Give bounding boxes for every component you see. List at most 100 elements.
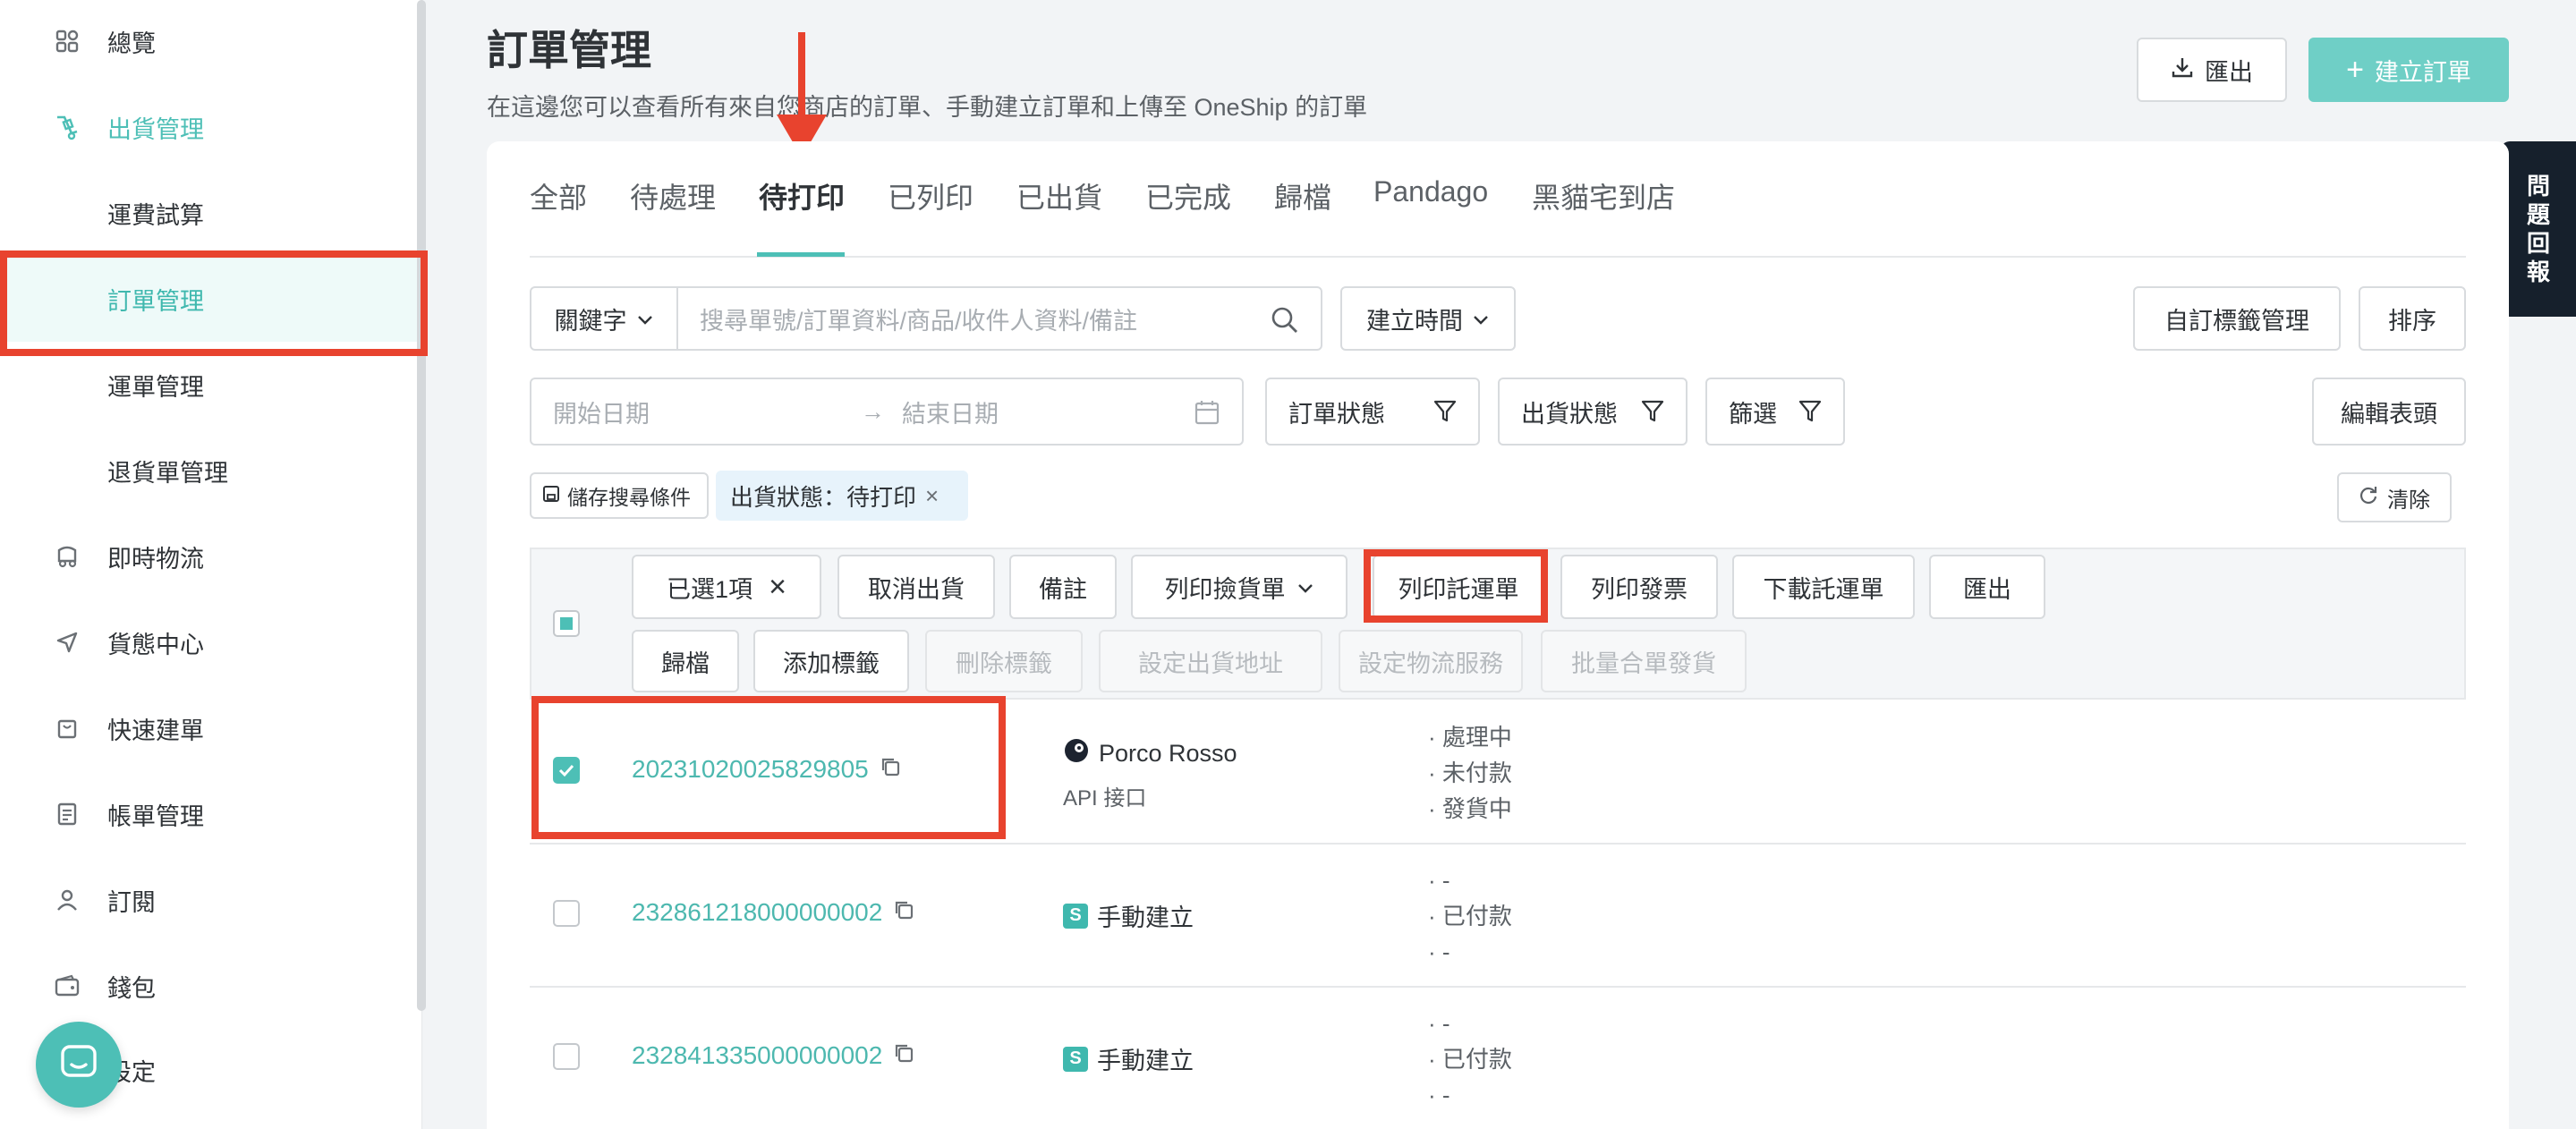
selected-count-button[interactable]: 已選1項 × bbox=[632, 555, 821, 619]
edit-columns-label: 編輯表頭 bbox=[2341, 400, 2437, 428]
sidebar-item-billing[interactable]: 帳單管理 bbox=[0, 771, 422, 857]
tab-shipped[interactable]: 已出貨 bbox=[1016, 175, 1102, 258]
sidebar-item-label: 帳單管理 bbox=[107, 802, 204, 830]
archive-button[interactable]: 歸檔 bbox=[632, 630, 739, 692]
save-search-button[interactable]: 儲存搜尋條件 bbox=[530, 472, 709, 519]
feedback-char: 回 bbox=[2526, 230, 2550, 257]
row-checkbox[interactable] bbox=[553, 900, 580, 927]
shopline-logo-icon: S bbox=[1063, 1046, 1088, 1072]
start-date-input[interactable]: 開始日期 bbox=[553, 395, 650, 429]
copy-icon[interactable] bbox=[880, 755, 901, 784]
sidebar-item-wallet[interactable]: 錢包 bbox=[0, 943, 422, 1029]
create-order-button[interactable]: + 建立訂單 bbox=[2308, 38, 2509, 102]
custom-tag-button[interactable]: 自訂標籤管理 bbox=[2133, 286, 2341, 351]
order-id-link[interactable]: 20231020025829805 bbox=[632, 755, 901, 784]
tab-pandago[interactable]: Pandago bbox=[1373, 175, 1488, 258]
sidebar-item-shipping[interactable]: 出貨管理 bbox=[0, 84, 422, 170]
porco-rosso-logo-icon bbox=[1063, 737, 1090, 770]
print-waybill-button[interactable]: 列印託運單 bbox=[1373, 555, 1544, 619]
cancel-shipment-button[interactable]: 取消出貨 bbox=[837, 555, 995, 619]
print-picking-list-label: 列印撿貨單 bbox=[1164, 575, 1286, 603]
sidebar-item-subscription[interactable]: 訂閱 bbox=[0, 857, 422, 943]
keyword-select-label: 關鍵字 bbox=[554, 307, 627, 335]
remark-button[interactable]: 備註 bbox=[1009, 555, 1117, 619]
chat-button[interactable] bbox=[36, 1022, 122, 1108]
order-status: 處理中 bbox=[1441, 724, 1512, 751]
search-input[interactable]: 搜尋單號/訂單資料/商品/收件人資料/備註 bbox=[676, 286, 1322, 351]
order-id-text: 20231020025829805 bbox=[632, 755, 869, 783]
sidebar-item-rate-calculator[interactable]: 運費試算 bbox=[0, 170, 422, 256]
keyword-select[interactable]: 關鍵字 bbox=[530, 286, 678, 351]
sidebar-item-label: 總覽 bbox=[107, 30, 156, 57]
select-all-checkbox[interactable] bbox=[553, 610, 580, 637]
sidebar-item-label: 運單管理 bbox=[107, 373, 204, 401]
order-status-list: · 處理中 · 未付款 · 發貨中 bbox=[1428, 724, 1512, 822]
add-tag-button[interactable]: 添加標籤 bbox=[753, 630, 909, 692]
tab-tcat[interactable]: 黑貓宅到店 bbox=[1532, 175, 1675, 258]
search-placeholder: 搜尋單號/訂單資料/商品/收件人資料/備註 bbox=[700, 307, 1138, 335]
export-button[interactable]: 匯出 bbox=[2137, 38, 2287, 102]
order-id-link[interactable]: 232841335000000002 bbox=[632, 1041, 914, 1070]
sidebar-item-label: 即時物流 bbox=[107, 545, 204, 573]
order-status-filter[interactable]: 訂單狀態 bbox=[1265, 378, 1480, 446]
copy-icon[interactable] bbox=[893, 1041, 914, 1070]
shop-info: Porco Rosso bbox=[1063, 737, 1237, 770]
tab-completed[interactable]: 已完成 bbox=[1145, 175, 1231, 258]
tab-pending[interactable]: 待處理 bbox=[630, 175, 716, 258]
tab-all[interactable]: 全部 bbox=[530, 175, 587, 258]
row-divider bbox=[530, 986, 2466, 988]
end-date-input[interactable]: 結束日期 bbox=[902, 395, 999, 429]
tab-archived[interactable]: 歸檔 bbox=[1274, 175, 1331, 258]
sort-button[interactable]: 排序 bbox=[2359, 286, 2466, 351]
row-checkbox[interactable] bbox=[553, 757, 580, 784]
sidebar-item-realtime-logistics[interactable]: 即時物流 bbox=[0, 514, 422, 599]
print-invoice-button[interactable]: 列印發票 bbox=[1560, 555, 1718, 619]
batch-merge-ship-button[interactable]: 批量合單發貨 bbox=[1541, 630, 1747, 692]
tab-printed[interactable]: 已列印 bbox=[888, 175, 973, 258]
save-search-label: 儲存搜尋條件 bbox=[567, 486, 691, 509]
order-status-list: · - · 已付款 · - bbox=[1428, 867, 1512, 965]
shipping-status-label: 出貨狀態 bbox=[1521, 400, 1618, 428]
set-logistics-service-button[interactable]: 設定物流服務 bbox=[1339, 630, 1523, 692]
download-waybill-button[interactable]: 下載託運單 bbox=[1732, 555, 1915, 619]
sidebar-item-tracking-center[interactable]: 貨態中心 bbox=[0, 599, 422, 685]
feedback-char: 報 bbox=[2526, 259, 2550, 285]
user-icon bbox=[52, 885, 82, 915]
page-title: 訂單管理 bbox=[487, 27, 651, 73]
sidebar-item-orders[interactable]: 訂單管理 bbox=[0, 256, 422, 342]
sidebar-item-returns[interactable]: 退貨單管理 bbox=[0, 428, 422, 514]
shipping-status: 發貨中 bbox=[1441, 795, 1512, 822]
shop-info: S 手動建立 bbox=[1063, 1041, 1194, 1076]
created-time-select[interactable]: 建立時間 bbox=[1340, 286, 1516, 351]
print-picking-list-button[interactable]: 列印撿貨單 bbox=[1131, 555, 1348, 619]
bulk-export-button[interactable]: 匯出 bbox=[1929, 555, 2045, 619]
feedback-char: 題 bbox=[2526, 201, 2550, 228]
shipping-icon bbox=[52, 112, 82, 142]
set-ship-address-button[interactable]: 設定出貨地址 bbox=[1099, 630, 1322, 692]
sidebar-item-waybills[interactable]: 運單管理 bbox=[0, 342, 422, 428]
tab-to-print[interactable]: 待打印 bbox=[759, 175, 845, 258]
edit-columns-button[interactable]: 編輯表頭 bbox=[2312, 378, 2466, 446]
sidebar: 總覽 出貨管理 運費試算 訂單管理 運單管理 退貨單管理 即時物流 貨態中心 快… bbox=[0, 0, 426, 1129]
order-id-link[interactable]: 232861218000000002 bbox=[632, 898, 914, 927]
filter-label: 篩選 bbox=[1729, 400, 1777, 428]
close-icon[interactable]: × bbox=[925, 482, 939, 510]
sidebar-item-overview[interactable]: 總覽 bbox=[0, 0, 422, 84]
copy-icon[interactable] bbox=[893, 898, 914, 927]
save-icon bbox=[542, 484, 560, 508]
clear-filters-button[interactable]: 清除 bbox=[2337, 472, 2452, 522]
sidebar-item-label: 錢包 bbox=[107, 974, 156, 1002]
clear-label: 清除 bbox=[2387, 488, 2430, 513]
more-filter-button[interactable]: 篩選 bbox=[1705, 378, 1845, 446]
delete-tag-button[interactable]: 刪除標籤 bbox=[925, 630, 1083, 692]
order-source: API 接口 bbox=[1063, 786, 1147, 811]
feedback-tab[interactable]: 問 題 回 報 bbox=[2501, 141, 2576, 317]
sidebar-item-quick-create[interactable]: 快速建單 bbox=[0, 685, 422, 771]
row-checkbox[interactable] bbox=[553, 1043, 580, 1070]
shipping-status: - bbox=[1441, 1082, 1450, 1108]
date-range-picker[interactable]: 開始日期 → 結束日期 bbox=[530, 378, 1244, 446]
shipping-status-filter[interactable]: 出貨狀態 bbox=[1498, 378, 1688, 446]
order-status: - bbox=[1441, 1010, 1450, 1037]
shop-info: S 手動建立 bbox=[1063, 898, 1194, 933]
sidebar-scrollbar[interactable] bbox=[417, 0, 426, 1011]
